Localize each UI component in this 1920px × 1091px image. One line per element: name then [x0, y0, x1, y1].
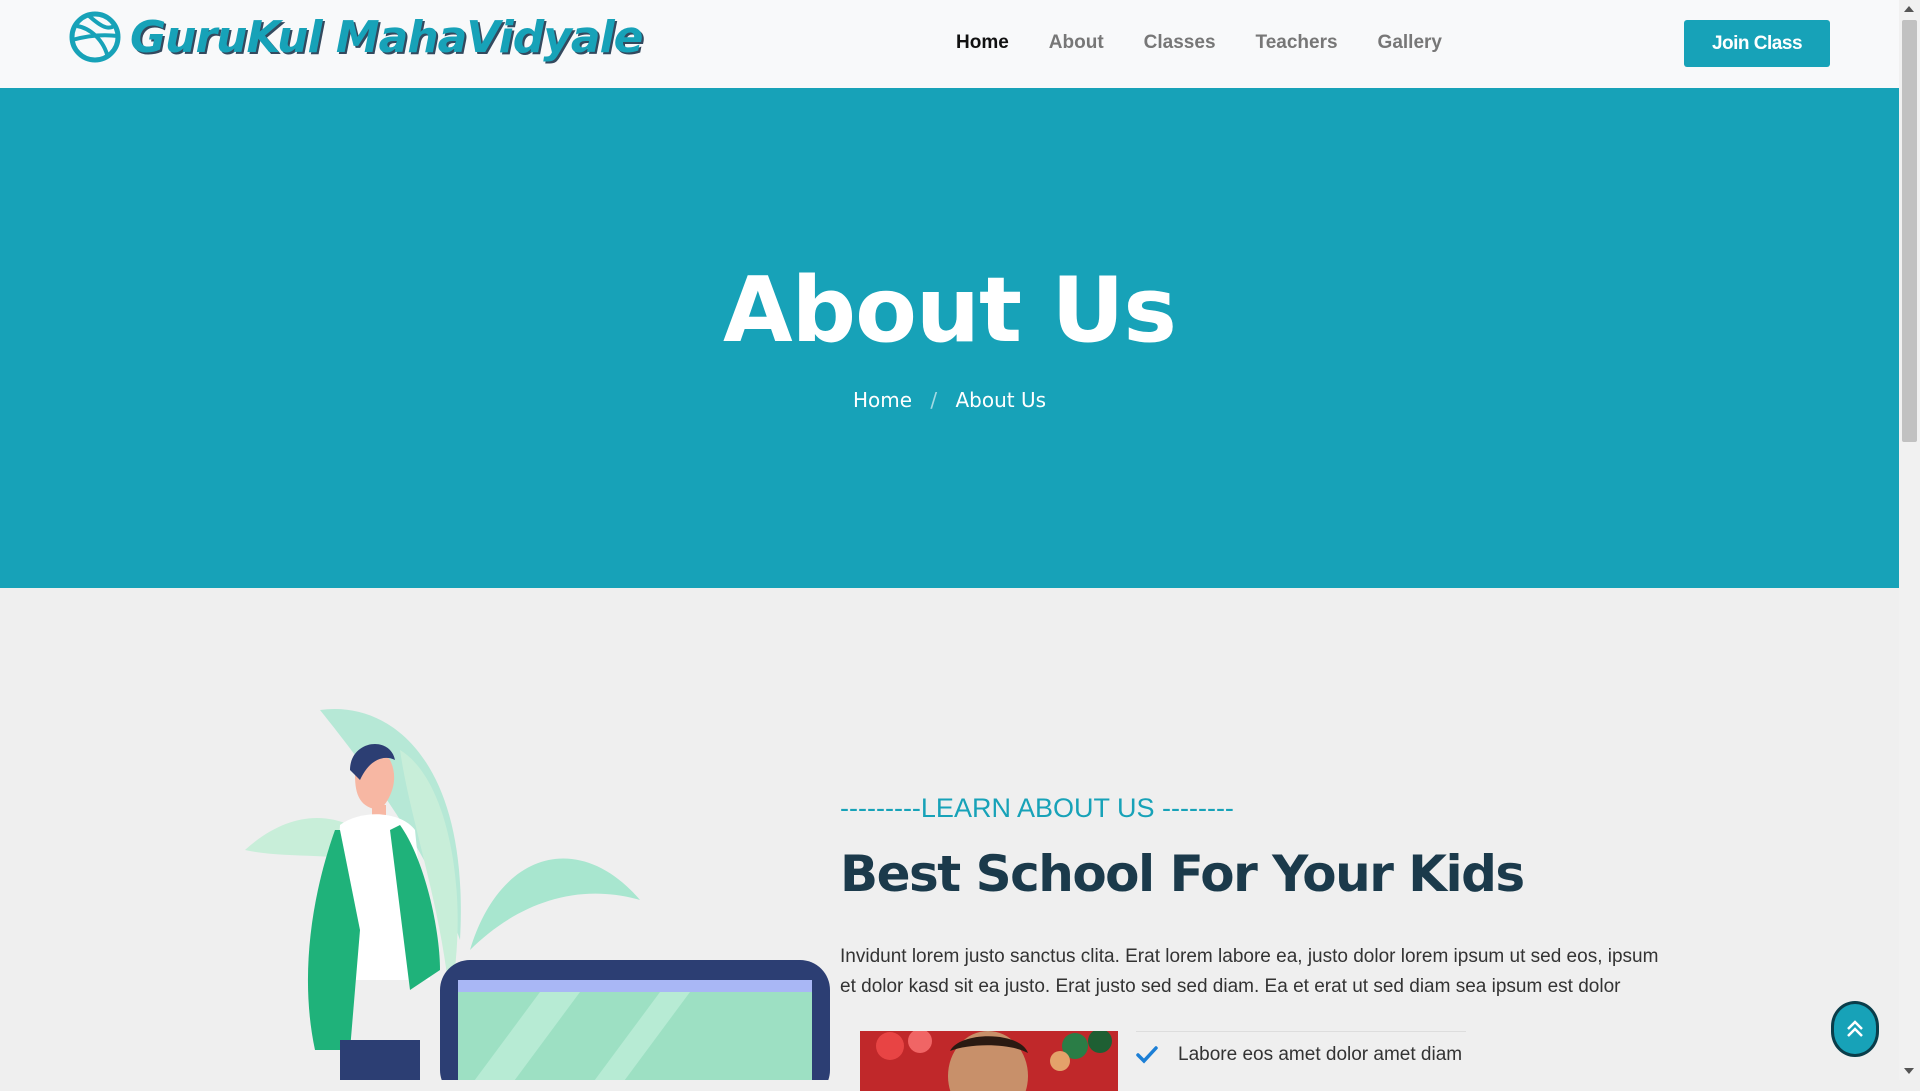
- breadcrumb-separator: /: [930, 388, 938, 412]
- dribbble-icon: [69, 11, 121, 63]
- nav-item-about[interactable]: About: [1049, 32, 1104, 54]
- page-header: About Us Home / About Us: [0, 88, 1899, 588]
- nav-item-home[interactable]: Home: [956, 32, 1009, 54]
- scroll-up-icon[interactable]: [1904, 6, 1914, 12]
- feature-label: Labore eos amet dolor amet diam: [1178, 1044, 1463, 1065]
- scroll-down-icon[interactable]: [1904, 1068, 1914, 1074]
- join-class-button[interactable]: Join Class: [1684, 20, 1830, 67]
- back-to-top-button[interactable]: [1831, 1001, 1879, 1057]
- breadcrumb: Home / About Us: [0, 388, 1899, 412]
- about-photo: [860, 1031, 1118, 1091]
- navbar: GuruKul MahaVidyale Home About Classes T…: [0, 0, 1899, 88]
- breadcrumb-current: About Us: [955, 388, 1047, 412]
- scrollbar[interactable]: [1899, 0, 1920, 1080]
- double-chevron-up-icon: [1847, 1020, 1863, 1037]
- brand-name: GuruKul MahaVidyale: [130, 11, 644, 63]
- nav-item-classes[interactable]: Classes: [1144, 32, 1216, 54]
- section-title: Best School For Your Kids: [840, 845, 1525, 903]
- nav-item-teachers[interactable]: Teachers: [1256, 32, 1338, 54]
- breadcrumb-home[interactable]: Home: [853, 388, 912, 412]
- feature-item: Labore eos amet dolor amet diam: [1136, 1031, 1466, 1066]
- nav-links: Home About Classes Teachers Gallery: [956, 32, 1482, 54]
- page-title: About Us: [723, 258, 1177, 363]
- scrollbar-thumb[interactable]: [1902, 20, 1917, 442]
- nav-item-gallery[interactable]: Gallery: [1378, 32, 1442, 54]
- section-eyebrow: ---------LEARN ABOUT US --------: [840, 793, 1234, 823]
- about-illustration: [245, 708, 830, 1080]
- brand-logo[interactable]: GuruKul MahaVidyale: [68, 10, 644, 64]
- section-description: Invidunt lorem justo sanctus clita. Erat…: [840, 946, 1659, 997]
- check-icon: [1136, 1046, 1158, 1064]
